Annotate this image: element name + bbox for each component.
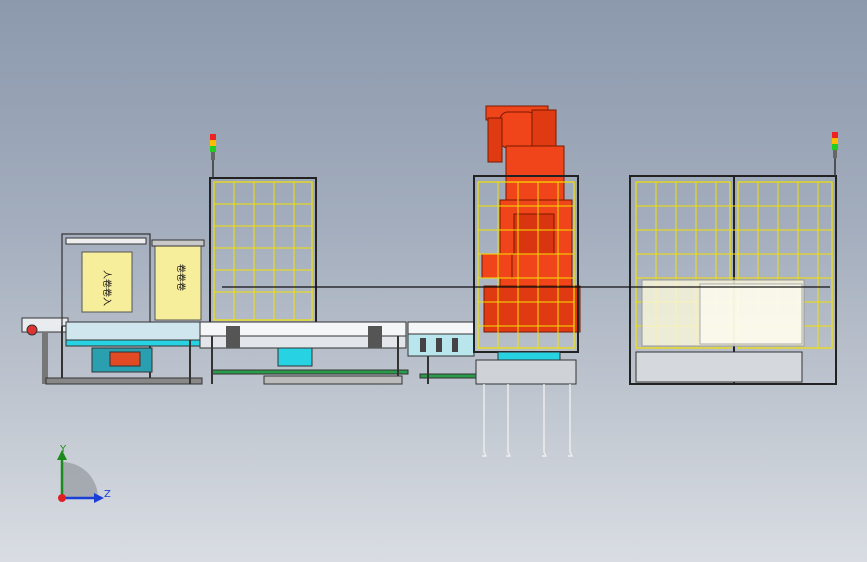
transfer-conveyor xyxy=(199,321,485,385)
coordinate-triad-icon: Y Z xyxy=(57,444,111,503)
right-guard-cell xyxy=(629,132,838,385)
y-axis-label: Y xyxy=(59,444,67,455)
industrial-robot xyxy=(481,105,581,333)
unwinder-right-label: 卷卷卷 xyxy=(175,264,187,291)
signal-tower-icon xyxy=(210,134,216,178)
cad-viewport[interactable]: 人卷卷入 卷卷卷 Y Z xyxy=(0,0,867,562)
unwinder-left-label: 人卷卷入 xyxy=(101,270,113,306)
z-axis-label: Z xyxy=(104,489,111,500)
left-guard-cell xyxy=(209,134,317,325)
robot-cell xyxy=(473,105,581,457)
signal-tower-icon xyxy=(832,132,838,176)
left-infeed-station: 人卷卷入 卷卷卷 xyxy=(21,233,205,385)
production-line-drawing: 人卷卷入 卷卷卷 Y Z xyxy=(21,105,838,503)
